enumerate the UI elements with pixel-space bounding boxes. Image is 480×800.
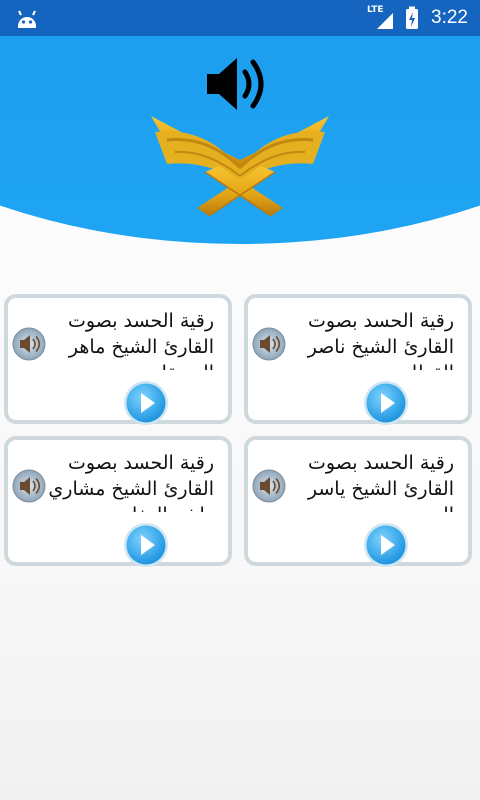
network-indicator: LTE [367,5,397,31]
android-icon [18,10,36,28]
play-icon[interactable] [363,380,409,426]
speaker-icon[interactable] [252,327,286,361]
speaker-icon[interactable] [12,327,46,361]
play-icon[interactable] [363,522,409,568]
status-tray: LTE 3:22 [367,0,468,36]
play-icon[interactable] [123,380,169,426]
signal-icon [377,13,394,29]
card-title: رقية الحسد بصوت القارئ الشيخ ياسر الدوسر… [307,452,454,512]
audio-card[interactable]: رقية الحسد بصوت القارئ الشيخ ماهر المعيق… [4,294,232,424]
audio-card[interactable]: رقية الحسد بصوت القارئ الشيخ ناصر القطام… [244,294,472,424]
status-bar: LTE 3:22 [0,0,480,36]
play-icon[interactable] [123,522,169,568]
audio-card[interactable]: رقية الحسد بصوت القارئ الشيخ مشاري راشد … [4,436,232,566]
audio-card[interactable]: رقية الحسد بصوت القارئ الشيخ ياسر الدوسر… [244,436,472,566]
speaker-volume-icon [207,58,264,110]
battery-charging-icon [406,6,419,29]
card-title: رقية الحسد بصوت القارئ الشيخ ناصر القطام… [307,310,454,370]
clock-time: 3:22 [431,7,468,28]
speaker-icon[interactable] [12,469,46,503]
card-title: رقية الحسد بصوت القارئ الشيخ مشاري راشد … [48,452,214,512]
card-title: رقية الحسد بصوت القارئ الشيخ ماهر المعيق… [68,310,214,370]
speaker-icon[interactable] [252,469,286,503]
header-banner [0,36,480,266]
quran-book-icon [151,116,329,217]
